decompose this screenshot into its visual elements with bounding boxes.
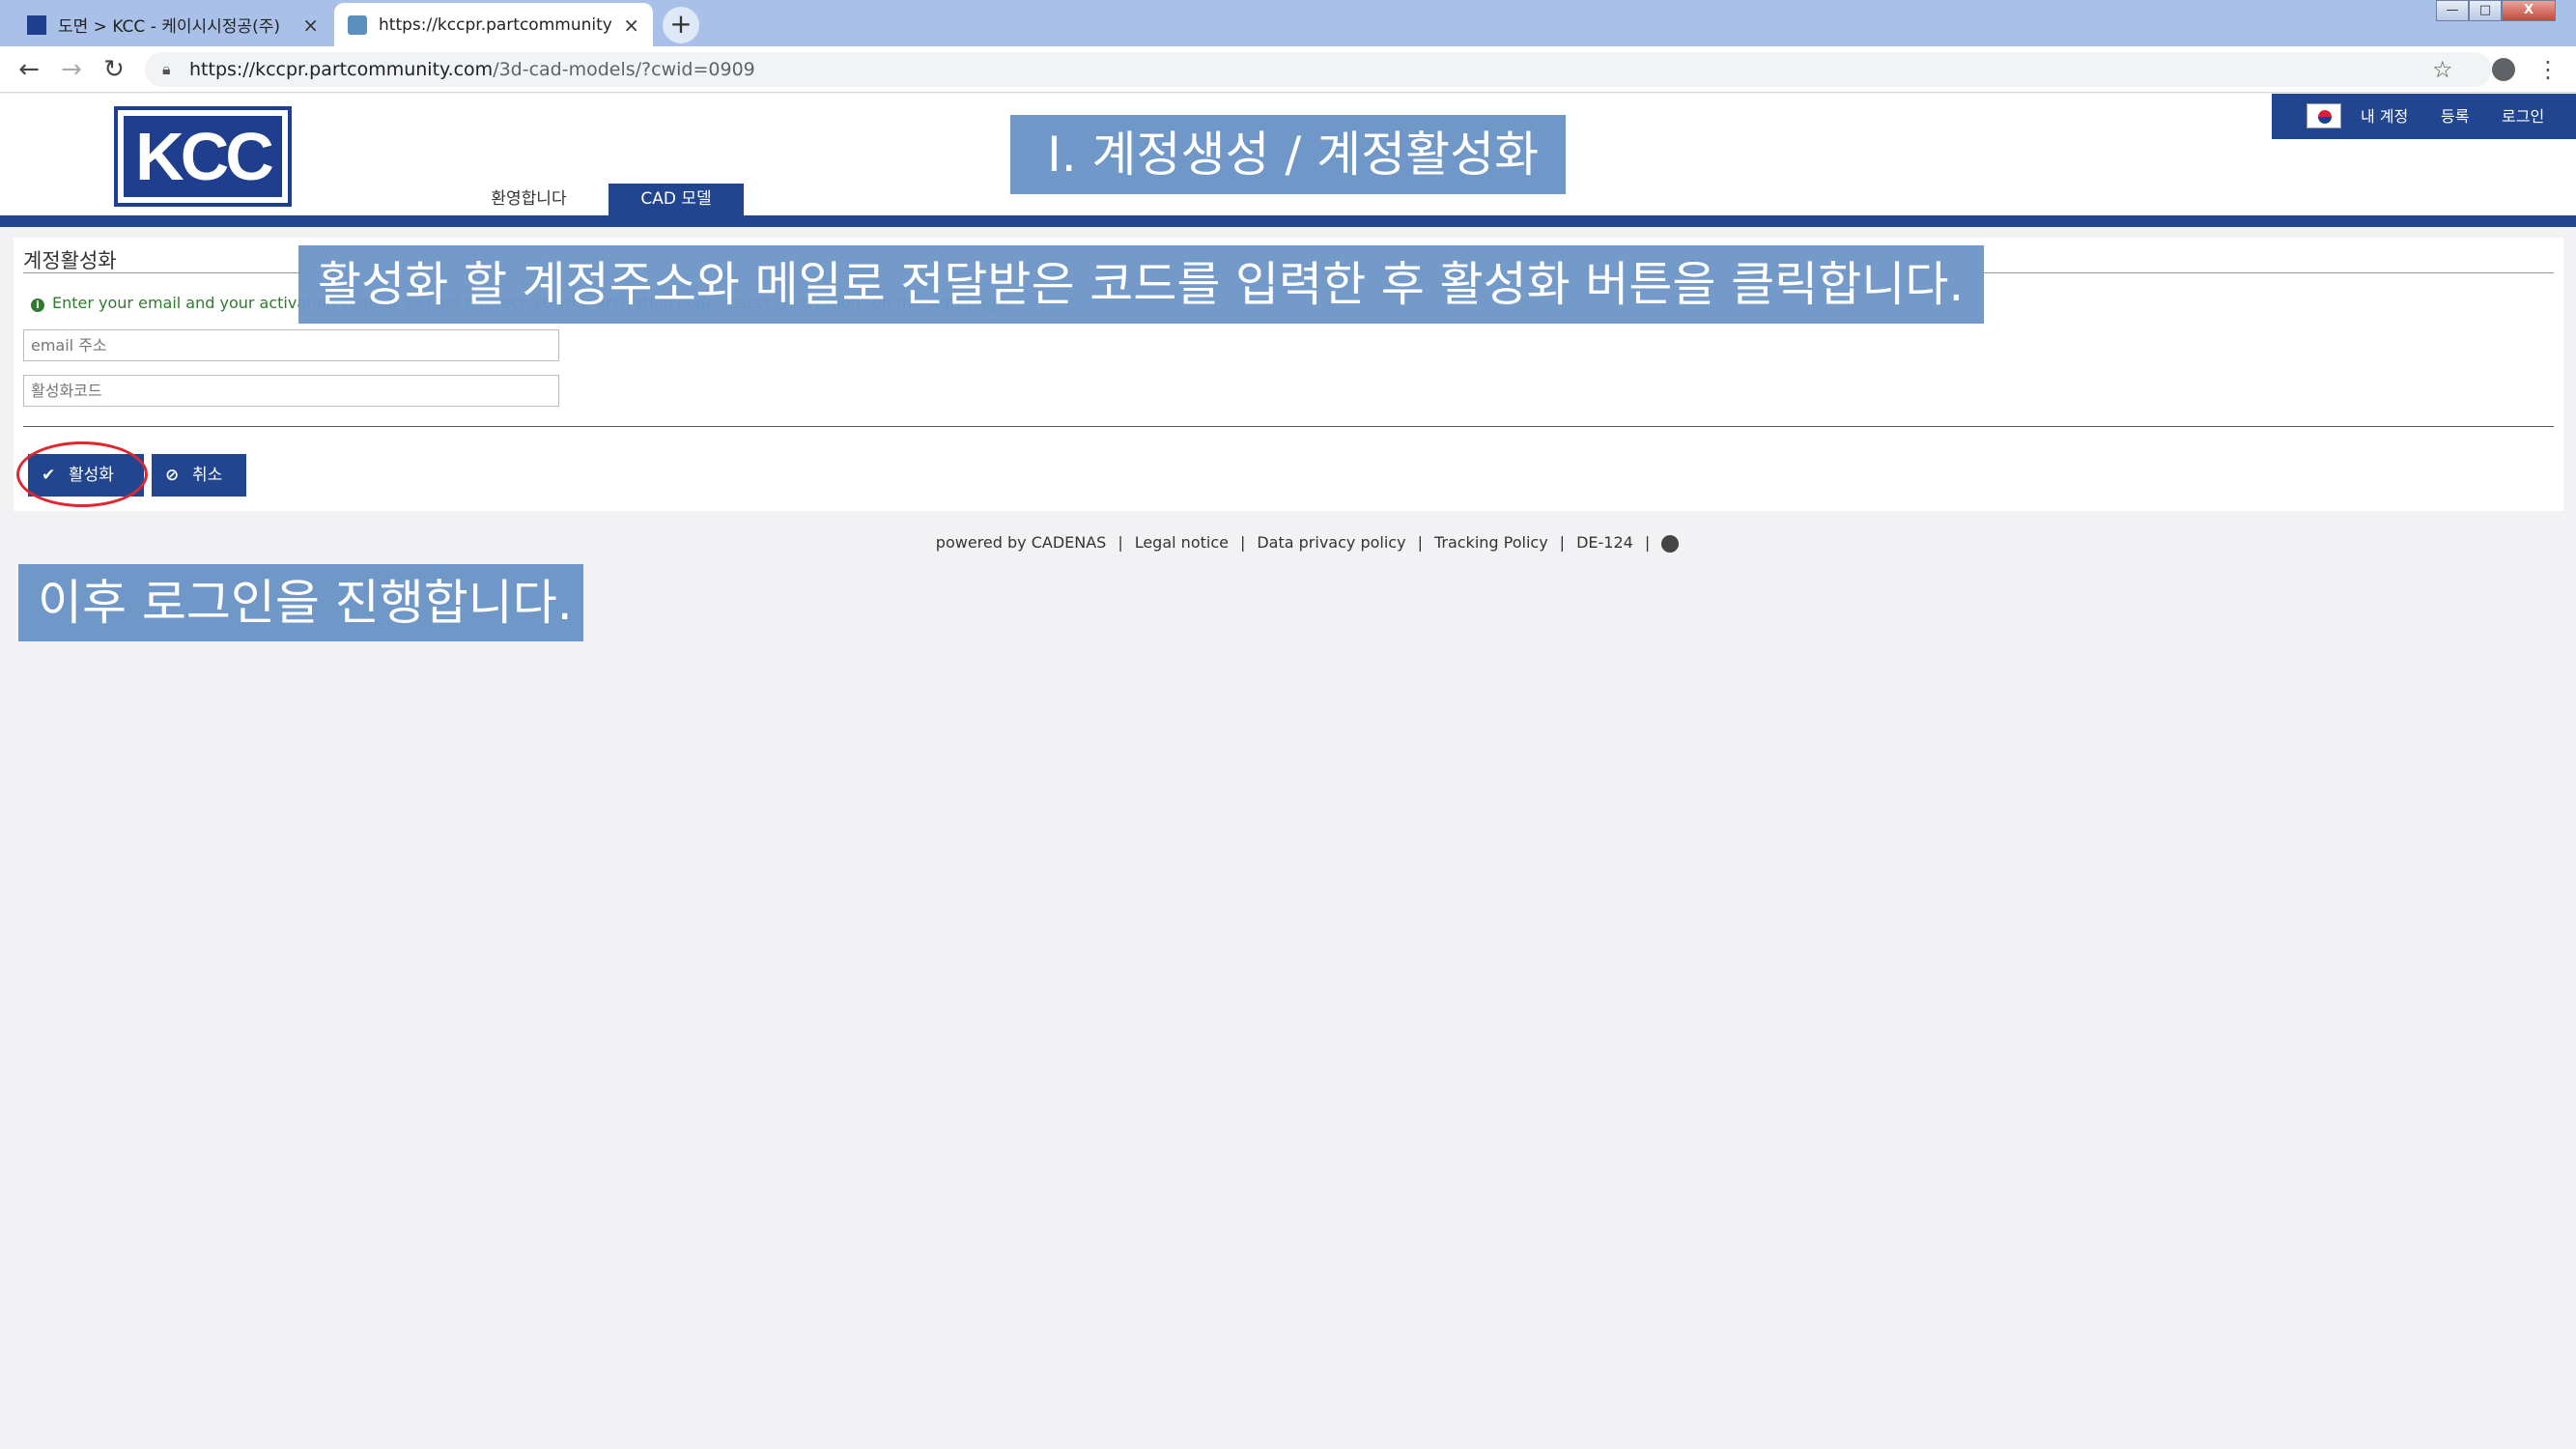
nav-cad-models[interactable]: CAD 모델 (609, 184, 744, 215)
tracking-policy-link[interactable]: Tracking Policy (1434, 533, 1548, 552)
url-path: /3d-cad-models/?cwid=0909 (493, 59, 755, 80)
tab-kcc[interactable]: 도면 > KCC - 케이시시정공(주) × (14, 3, 332, 46)
legal-notice-link[interactable]: Legal notice (1135, 533, 1229, 552)
minimize-button[interactable]: — (2436, 0, 2469, 21)
forward-icon[interactable]: → (54, 52, 89, 87)
footer-separator: | (1644, 533, 1651, 552)
info-icon: i (31, 298, 44, 312)
my-account-link[interactable]: 내 계정 (2361, 104, 2408, 129)
highlight-circle (16, 441, 148, 507)
email-field[interactable] (23, 329, 559, 361)
instruction-annotation: 활성화 할 계정주소와 메일로 전달받은 코드를 입력한 후 활성화 버튼을 클… (298, 245, 1984, 324)
version-label: DE-124 (1576, 533, 1633, 552)
logo-text: KCC (124, 116, 282, 197)
bookmark-star-icon[interactable]: ☆ (2432, 52, 2453, 87)
korean-flag-icon[interactable] (2307, 103, 2341, 128)
cancel-label: 취소 (192, 466, 223, 485)
address-bar[interactable]: 🔒︎ https://kccpr.partcommunity.com/3d-ca… (145, 52, 2492, 87)
kcc-logo[interactable]: KCC (114, 106, 292, 207)
partcommunity-favicon-icon (348, 14, 367, 35)
footer-separator: | (1239, 533, 1246, 552)
cancel-button[interactable]: ⊘ 취소 (152, 454, 246, 497)
footer-separator: | (1417, 533, 1423, 552)
form-divider (23, 426, 2554, 427)
back-icon[interactable]: ← (12, 52, 46, 87)
close-tab-icon[interactable]: × (302, 14, 319, 37)
register-link[interactable]: 등록 (2441, 104, 2469, 129)
form-title: 계정활성화 (23, 249, 117, 272)
reload-icon[interactable]: ↻ (97, 52, 131, 87)
tab-partcommunity[interactable]: https://kccpr.partcommunity.co × (334, 3, 653, 46)
maximize-button[interactable]: □ (2469, 0, 2502, 21)
powered-by-link[interactable]: powered by CADENAS (936, 533, 1107, 552)
profile-icon[interactable] (2492, 58, 2515, 81)
tab-title: https://kccpr.partcommunity.co (379, 14, 612, 35)
tab-title: 도면 > KCC - 케이시시정공(주) (58, 17, 280, 37)
privacy-policy-link[interactable]: Data privacy policy (1257, 533, 1405, 552)
login-link[interactable]: 로그인 (2502, 104, 2544, 129)
kcc-favicon-icon (27, 14, 46, 35)
next-step-annotation: 이후 로그인을 진행합니다. (18, 564, 583, 641)
globe-icon[interactable] (1661, 534, 1680, 553)
nav-welcome[interactable]: 환영합니다 (454, 184, 604, 215)
step-title-annotation: Ⅰ. 계정생성 / 계정활성화 (1010, 115, 1566, 194)
menu-icon[interactable]: ⋮ (2536, 52, 2560, 87)
header-divider-bar (0, 215, 2576, 227)
window-close-button[interactable]: X (2502, 0, 2556, 21)
footer-separator: | (1118, 533, 1123, 552)
new-tab-button[interactable]: + (663, 7, 699, 43)
cancel-circle-icon: ⊘ (165, 466, 180, 485)
lock-icon: 🔒︎ (162, 60, 171, 78)
footer-separator: | (1559, 533, 1566, 552)
url-host: https://kccpr.partcommunity.com (189, 59, 494, 80)
footer: powered by CADENAS | Legal notice | Data pri… (0, 533, 2576, 553)
close-tab-icon[interactable]: × (623, 14, 639, 37)
activation-code-field[interactable] (23, 375, 559, 407)
